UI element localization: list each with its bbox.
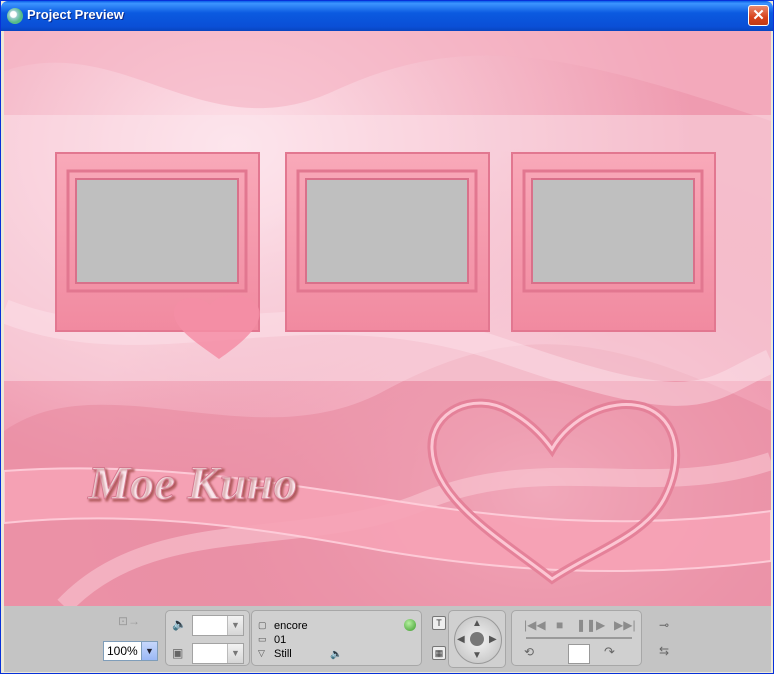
enter-button[interactable] bbox=[470, 632, 484, 646]
chevron-down-icon[interactable]: ▼ bbox=[227, 644, 243, 663]
window-title: Project Preview bbox=[27, 7, 124, 22]
redo-arrow-icon[interactable]: ↷ bbox=[604, 644, 615, 660]
subtitle-stream-select[interactable]: ▼ bbox=[192, 643, 244, 664]
chevron-down-icon[interactable]: ▼ bbox=[141, 642, 157, 660]
next-chapter-icon[interactable]: ▶▶| bbox=[614, 618, 636, 632]
dvd-remote-dpad-icon[interactable]: ▲ ▼ ◀ ▶ bbox=[454, 616, 502, 664]
title-bar[interactable]: Project Preview ✕ bbox=[1, 1, 773, 31]
project-preview-window: Project Preview ✕ Мое Кино ⊡→ 100% ▼ 🔈 ▼… bbox=[0, 0, 774, 674]
previous-chapter-icon[interactable]: |◀◀ bbox=[524, 618, 546, 632]
stream-panel: 🔈 ▼ ▣ ▼ bbox=[165, 610, 250, 666]
zoom-value: 100% bbox=[107, 644, 138, 658]
thumbnail-frame-3[interactable] bbox=[511, 152, 716, 332]
info-button-number: 01 bbox=[274, 634, 287, 646]
info-panel: ▢ encore ▭ 01 ▽ Still 🔈 bbox=[251, 610, 422, 666]
root-menu-button[interactable]: ▦ bbox=[432, 646, 446, 660]
filter-icon: ▽ bbox=[258, 648, 265, 658]
menu-preview-canvas: Мое Кино bbox=[4, 31, 771, 606]
zoom-select[interactable]: 100% ▼ bbox=[103, 641, 158, 661]
title-menu-button[interactable]: T bbox=[432, 616, 446, 630]
app-icon bbox=[7, 8, 23, 24]
info-project-name: encore bbox=[274, 620, 308, 632]
playback-panel: |◀◀ ■ ❚❚ ▶ ▶▶| ⟲ ↷ bbox=[511, 610, 642, 666]
camera-angle-icon[interactable]: ⊡→ bbox=[117, 614, 141, 628]
color-swatch[interactable] bbox=[568, 644, 590, 664]
green-status-icon bbox=[404, 619, 416, 631]
pause-icon[interactable]: ❚❚ bbox=[576, 618, 596, 632]
chevron-down-icon[interactable]: ▼ bbox=[227, 616, 243, 635]
preview-control-bar: ⊡→ 100% ▼ 🔈 ▼ ▣ ▼ ▢ encore ▭ 01 ▽ Still … bbox=[4, 606, 771, 672]
top-connector-icon[interactable]: ⊸ bbox=[659, 618, 669, 632]
info-state: Still bbox=[274, 648, 292, 660]
up-arrow-icon[interactable]: ▲ bbox=[472, 618, 482, 629]
play-icon[interactable]: ▶ bbox=[596, 618, 605, 632]
down-arrow-icon[interactable]: ▼ bbox=[472, 650, 482, 661]
subtitle-icon: ▣ bbox=[172, 646, 184, 660]
button-icon: ▭ bbox=[258, 634, 267, 644]
right-arrow-icon[interactable]: ▶ bbox=[489, 634, 497, 645]
volume-icon: 🔈 bbox=[330, 649, 343, 660]
audio-stream-select[interactable]: ▼ bbox=[192, 615, 244, 636]
menu-icon: ▢ bbox=[258, 620, 267, 630]
close-button[interactable]: ✕ bbox=[748, 5, 769, 26]
timeline-slider[interactable] bbox=[526, 637, 632, 639]
bottom-connector-icon[interactable]: ⇆ bbox=[659, 644, 669, 658]
loop-icon[interactable]: ⟲ bbox=[524, 645, 534, 659]
dvd-remote-panel: ▲ ▼ ◀ ▶ bbox=[448, 610, 506, 668]
speaker-icon: 🔈 bbox=[172, 617, 187, 631]
stop-icon[interactable]: ■ bbox=[556, 618, 563, 632]
left-arrow-icon[interactable]: ◀ bbox=[457, 634, 465, 645]
thumbnail-frame-2[interactable] bbox=[285, 152, 490, 332]
menu-title-text[interactable]: Мое Кино bbox=[87, 457, 298, 511]
menu-background: Мое Кино bbox=[4, 31, 771, 606]
